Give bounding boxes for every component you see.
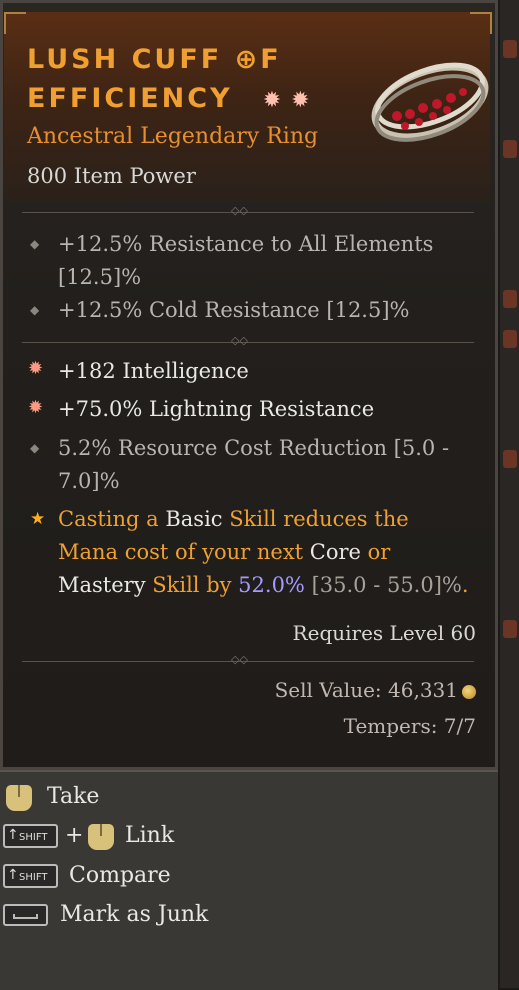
item-title-line2: EFFICIENCY [27, 83, 233, 114]
compare-action[interactable]: Compare [69, 863, 171, 888]
shift-key-icon: ↑ SHIFT [3, 824, 58, 848]
diamond-bullet-icon: ◆ [30, 441, 40, 455]
shift-key-icon: ↑ SHIFT [3, 864, 58, 888]
burst-socket-icon: ✹✹ [245, 88, 320, 113]
affix-intelligence: +182 Intelligence [58, 359, 249, 383]
plus-sign: + [65, 823, 84, 848]
corner-ornament [470, 12, 492, 34]
divider [22, 342, 474, 343]
left-mouse-icon [88, 824, 114, 850]
divider [22, 661, 474, 662]
divider-ornament-icon: ◇◇ [231, 204, 248, 217]
spacebar-key-icon [3, 904, 48, 926]
legendary-star-icon: ★ [30, 509, 46, 529]
corner-ornament [4, 12, 26, 34]
ring-item-icon [371, 62, 489, 142]
implicit-affix: +12.5% Resistance to All Elements [12.5]… [58, 232, 434, 289]
burst-icon: ✹ [28, 397, 44, 418]
divider-ornament-icon: ◇◇ [231, 334, 248, 347]
affix-resource-cost: 5.2% Resource Cost Reduction [5.0 - 7.0]… [58, 436, 450, 493]
diamond-bullet-icon: ◆ [30, 303, 40, 317]
divider [22, 212, 474, 213]
sell-value: Sell Value: 46,331 [275, 678, 476, 702]
burst-icon: ✹ [28, 358, 44, 379]
divider-ornament-icon: ◇◇ [231, 653, 248, 666]
mark-as-junk-action[interactable]: Mark as Junk [60, 902, 208, 927]
item-power: 800 Item Power [27, 164, 196, 188]
affix-lightning-resistance: +75.0% Lightning Resistance [58, 397, 375, 421]
legendary-aspect: Casting a Basic Skill reduces the Mana c… [58, 507, 469, 597]
item-title-line1: LUSH CUFF ⊕F [27, 44, 282, 75]
gold-coin-icon [462, 684, 476, 699]
take-action[interactable]: Take [47, 784, 99, 809]
item-type: Ancestral Legendary Ring [27, 124, 319, 149]
left-mouse-icon [6, 785, 32, 811]
diamond-bullet-icon: ◆ [30, 237, 40, 251]
required-level: Requires Level 60 [292, 621, 476, 645]
background-inventory-strip [500, 0, 519, 988]
link-action[interactable]: Link [125, 823, 174, 848]
implicit-affix: +12.5% Cold Resistance [12.5]% [58, 298, 410, 322]
item-title: LUSH CUFF ⊕F EFFICIENCY ✹✹ [27, 40, 357, 120]
tempers-count: Tempers: 7/7 [343, 714, 476, 738]
